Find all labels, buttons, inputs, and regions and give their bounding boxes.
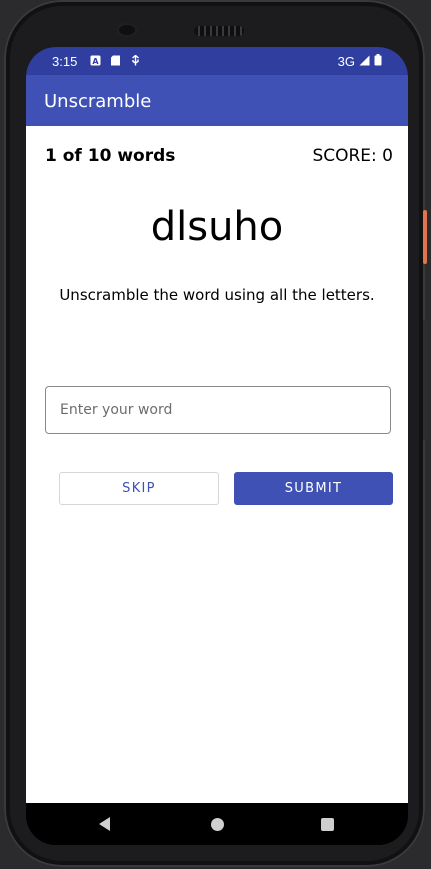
- home-icon[interactable]: [211, 818, 224, 831]
- volume-rocker[interactable]: [423, 320, 427, 440]
- earpiece-speaker: [194, 26, 244, 36]
- scrambled-word: dlsuho: [150, 204, 284, 250]
- app-title: Unscramble: [44, 91, 152, 112]
- status-time: 3:15: [52, 54, 78, 69]
- phone-screen: 3:15 A 3G Unscramble 1 of 10 words SCORE…: [26, 47, 408, 845]
- status-bar: 3:15 A 3G: [26, 47, 408, 75]
- recents-icon[interactable]: [321, 818, 334, 831]
- usb-icon: [130, 54, 141, 66]
- power-button[interactable]: [423, 210, 427, 264]
- phone-frame: 3:15 A 3G Unscramble 1 of 10 words SCORE…: [4, 0, 427, 867]
- navigation-bar: [26, 803, 408, 845]
- svg-text:A: A: [92, 57, 99, 66]
- game-screen: 1 of 10 words SCORE: 0 dlsuho Unscramble…: [26, 126, 408, 803]
- app-bar: Unscramble: [26, 75, 408, 126]
- status-notification-icons: A: [90, 54, 141, 66]
- submit-button[interactable]: SUBMIT: [234, 472, 393, 505]
- skip-button[interactable]: SKIP: [59, 472, 219, 505]
- status-system-icons: 3G: [338, 54, 382, 69]
- sd-card-icon: [110, 54, 121, 66]
- signal-icon: [359, 54, 370, 69]
- front-camera: [116, 22, 138, 38]
- word-input-field[interactable]: [45, 386, 391, 434]
- back-icon[interactable]: [99, 817, 110, 831]
- network-type: 3G: [337, 54, 355, 69]
- a-icon: A: [90, 54, 101, 66]
- score-label: SCORE: 0: [312, 146, 393, 166]
- battery-icon: [374, 54, 382, 69]
- instructions-text: Unscramble the word using all the letter…: [59, 286, 375, 304]
- word-count: 1 of 10 words: [45, 146, 176, 166]
